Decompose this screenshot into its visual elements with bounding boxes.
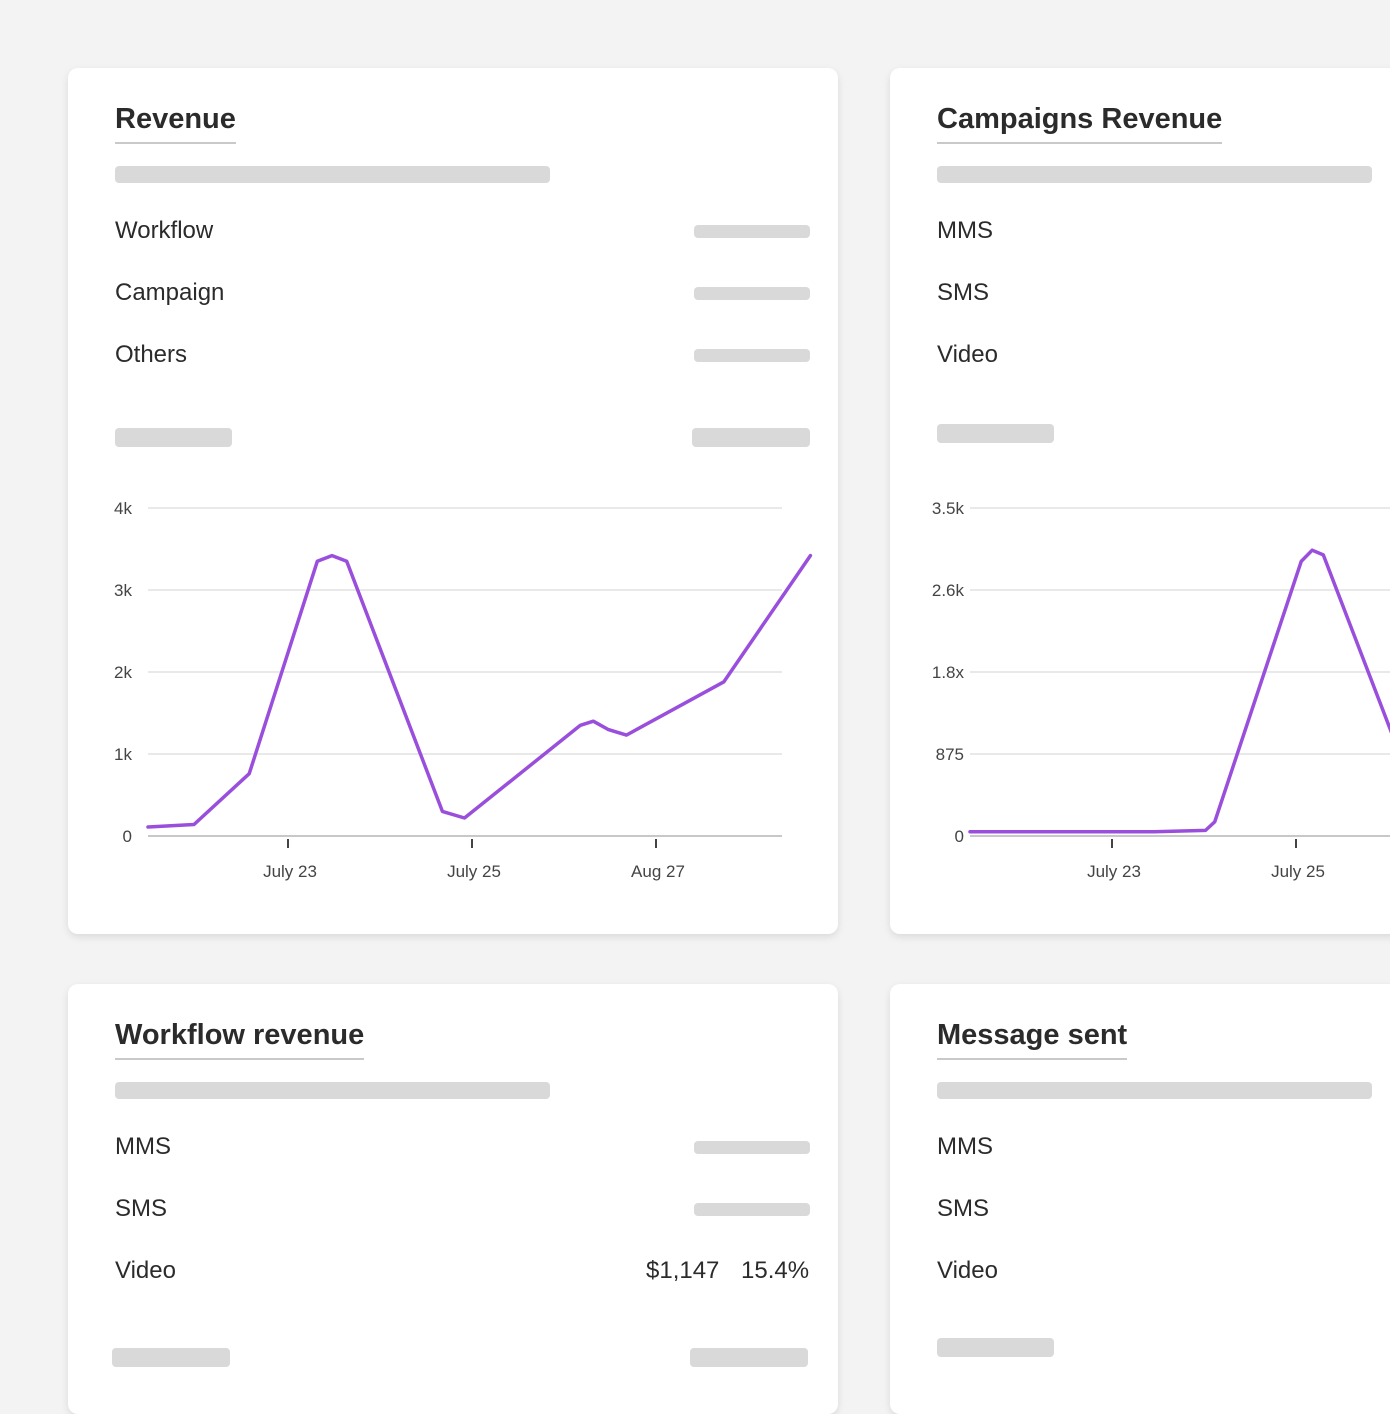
x-tick-label: Aug 27 bbox=[631, 862, 685, 881]
y-tick-label: 2.6k bbox=[932, 581, 965, 600]
message-sent-title: Message sent bbox=[937, 1020, 1128, 1061]
workflow-row-sms-label: SMS bbox=[115, 1195, 168, 1222]
x-tick-label: July 23 bbox=[1087, 862, 1141, 881]
total-label-placeholder bbox=[112, 1348, 230, 1367]
total-value-placeholder bbox=[690, 1348, 808, 1367]
y-tick-label: 3k bbox=[114, 581, 132, 600]
messages-row-sms-label: SMS bbox=[937, 1195, 990, 1222]
workflow-row-mms-label: MMS bbox=[115, 1133, 171, 1160]
revenue-line-chart: 0 1k 2k 3k 4k July 23 July 25 Aug 27 bbox=[114, 499, 813, 881]
campaigns-revenue-card: Campaigns Revenue MMS SMS Video 0 875 1.8x… bbox=[890, 68, 1390, 934]
y-tick-label: 1.8x bbox=[932, 663, 965, 682]
total-label-placeholder bbox=[937, 1338, 1054, 1357]
y-tick-label: 1k bbox=[114, 745, 132, 764]
messages-row-video-label: Video bbox=[937, 1257, 998, 1284]
messages-row-mms-label: MMS bbox=[937, 1133, 993, 1160]
campaigns-revenue-line-chart: 0 875 1.8x 2.6k 3.5k July 23 July 25 bbox=[932, 499, 1390, 881]
y-tick-label: 875 bbox=[936, 745, 964, 764]
workflow-row-mms-value-placeholder bbox=[694, 1141, 810, 1154]
revenue-card: Revenue Workflow Campaign Others 0 1k 2k 3k… bbox=[68, 68, 838, 934]
y-tick-label: 0 bbox=[955, 827, 964, 846]
workflow-row-video-label: Video bbox=[115, 1257, 176, 1284]
y-tick-label: 4k bbox=[114, 499, 132, 518]
subtitle-placeholder bbox=[937, 1082, 1372, 1099]
workflow-row-video-amount: $1,147 bbox=[646, 1257, 720, 1284]
workflow-row-video-percent: 15.4% bbox=[741, 1257, 810, 1284]
x-tick-label: July 25 bbox=[1271, 862, 1325, 881]
y-tick-label: 3.5k bbox=[932, 499, 965, 518]
subtitle-placeholder bbox=[115, 1082, 550, 1099]
workflow-row-sms-value-placeholder bbox=[694, 1203, 810, 1216]
y-tick-label: 2k bbox=[114, 663, 132, 682]
y-tick-label: 0 bbox=[123, 827, 132, 846]
x-tick-label: July 23 bbox=[263, 862, 317, 881]
workflow-revenue-title: Workflow revenue bbox=[115, 1020, 365, 1061]
series-line bbox=[968, 548, 1390, 834]
series-line bbox=[146, 553, 813, 829]
x-tick-label: July 25 bbox=[447, 862, 501, 881]
message-sent-card: Message sent MMS SMS Video bbox=[890, 984, 1390, 1414]
workflow-revenue-card: Workflow revenue MMS SMS Video $1,147 15… bbox=[68, 984, 838, 1414]
